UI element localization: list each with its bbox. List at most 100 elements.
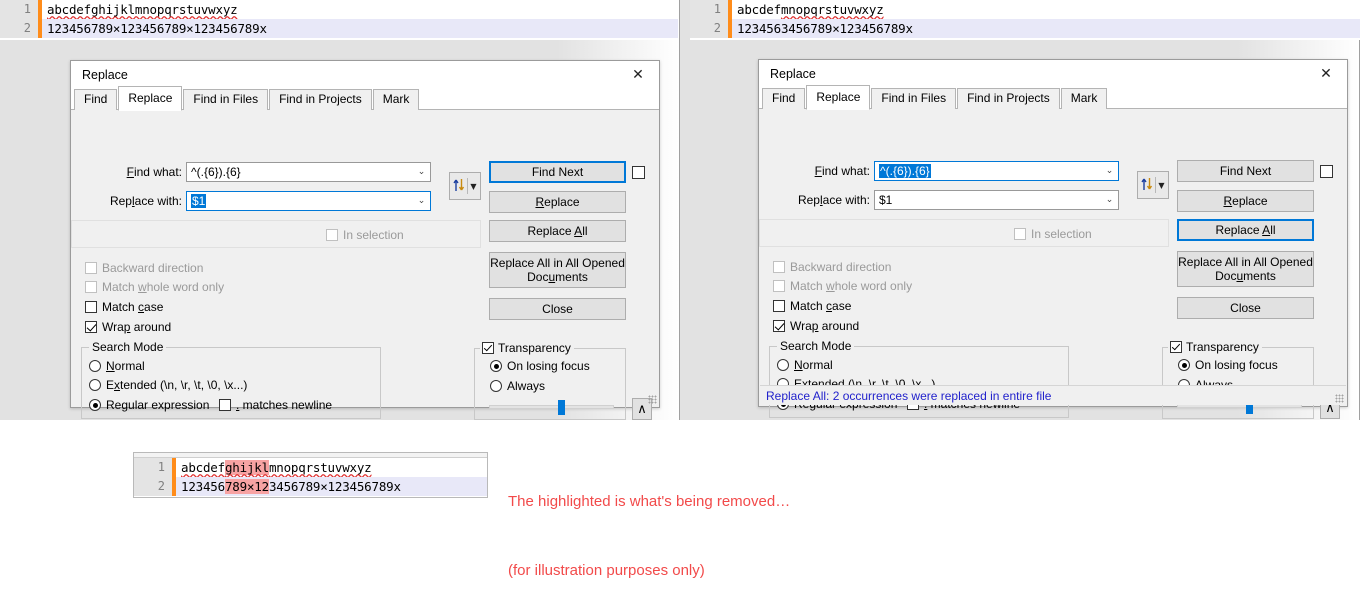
line-text[interactable]: 1234563456789×123456789x [732,19,1360,38]
resize-grip[interactable] [648,395,657,404]
backward-direction-label: Backward direction [102,261,204,275]
line-text[interactable]: abcdefghijklmnopqrstuvwxyz [42,0,678,19]
dot-matches-newline-checkbox[interactable]: . matches newline [219,398,332,412]
radio-dot [490,360,502,372]
replace-with-input[interactable]: $1 ⌄ [186,191,431,211]
checkbox-box [85,262,97,274]
close-icon[interactable]: ✕ [621,62,655,88]
find-what-input[interactable]: ^(.{6}).{6} ⌄ [186,162,431,182]
tab-mark[interactable]: Mark [372,89,420,110]
tab-find-in-projects[interactable]: Find in Projects [269,89,372,110]
swap-arrows-icon [453,178,465,195]
radio-dot [89,399,101,411]
find-next-button[interactable]: Find Next [1177,160,1314,182]
search-mode-legend: Search Mode [777,339,855,353]
swap-fields-button[interactable]: ▼ [1137,171,1169,199]
replace-all-label: Replace All [527,224,588,238]
replace-label: Replace [1223,194,1268,208]
tab-find-in-projects[interactable]: Find in Projects [957,88,1060,109]
chevron-down-icon[interactable]: ⌄ [1101,195,1118,205]
caption-line-1: The highlighted is what's being removed… [508,493,791,510]
search-mode-normal-radio[interactable]: Normal [89,359,145,373]
chevron-down-icon[interactable]: ⌄ [1101,166,1118,176]
match-case-checkbox[interactable]: Match case [773,299,851,313]
replace-all-button[interactable]: Replace All [489,220,626,242]
transparency-legend: Transparency [1186,340,1259,354]
swap-fields-button[interactable]: ▼ [449,172,481,200]
line-number: 2 [690,19,728,38]
search-mode-normal-radio[interactable]: Normal [777,358,833,372]
transparency-always-radio[interactable]: Always [490,379,545,393]
transparency-checkbox[interactable] [482,342,494,354]
spellcheck-text: abcdefghijklmnopqrstuvwxyz [181,460,372,475]
checkbox-check [483,342,493,352]
line-text[interactable]: 123456789×123456789×123456789x [176,477,487,496]
chevron-down-icon[interactable]: ⌄ [413,167,430,177]
chevron-down-icon[interactable]: ▼ [1158,181,1164,190]
find-what-input[interactable]: ^(.{6}).{6} ⌄ [874,161,1119,181]
checkbox-box [219,399,231,411]
transparency-toggle-checkbox[interactable] [1320,165,1338,178]
replace-dialog-before[interactable]: Replace ✕ Find Replace Find in Files Fin… [70,60,660,420]
match-case-label: Match case [102,300,164,314]
checkbox-box [85,281,97,293]
wrap-around-checkbox[interactable]: Wrap around [85,320,171,334]
tab-find[interactable]: Find [74,89,118,110]
search-mode-legend: Search Mode [89,340,167,354]
wrap-around-checkbox[interactable]: Wrap around [773,319,859,333]
line-text[interactable]: abcdefmnopqrstuvwxyz [732,0,1360,19]
transparency-slider[interactable] [489,400,614,415]
tab-replace[interactable]: Replace [806,85,871,110]
chevron-down-icon[interactable]: ⌄ [413,196,430,206]
match-case-checkbox[interactable]: Match case [85,300,163,314]
tab-find[interactable]: Find [762,88,806,109]
replace-button[interactable]: Replace [489,191,626,213]
replace-all-opened-label: Replace All in All Opened Documents [490,256,625,284]
chevron-down-icon[interactable]: ▼ [470,182,476,191]
line-text[interactable]: abcdefghijklmnopqrstuvwxyz [176,458,487,477]
backward-direction-checkbox[interactable]: Backward direction [773,260,891,274]
in-selection-checkbox[interactable]: In selection [326,228,404,242]
replace-all-opened-button[interactable]: Replace All in All Opened Documents [1177,251,1314,287]
tab-replace[interactable]: Replace [118,86,183,111]
slider-thumb[interactable] [558,400,565,415]
transparency-on-losing-focus-radio[interactable]: On losing focus [1178,358,1278,372]
highlighted-match: ghijkl [224,460,269,475]
tab-mark[interactable]: Mark [1060,88,1108,109]
match-whole-word-checkbox[interactable]: Match whole word only [85,280,224,294]
tab-find-in-files[interactable]: Find in Files [871,88,957,109]
checkbox-box [773,300,785,312]
backward-direction-checkbox[interactable]: Backward direction [85,261,203,275]
line-text[interactable]: 123456789×123456789×123456789x [42,19,678,38]
illustration-editor: 1 abcdefghijklmnopqrstuvwxyz 2 123456789… [133,452,488,498]
transparency-checkbox[interactable] [1170,341,1182,353]
transparency-on-losing-focus-radio[interactable]: On losing focus [490,359,590,373]
resize-grip[interactable] [1335,394,1344,403]
close-icon[interactable]: ✕ [1309,61,1343,87]
search-mode-extended-radio[interactable]: Extended (\n, \r, \t, \0, \x...) [89,378,247,392]
close-button[interactable]: Close [1177,297,1314,319]
in-selection-panel [71,220,481,248]
replace-button[interactable]: Replace [1177,190,1314,212]
find-next-button[interactable]: Find Next [489,161,626,183]
in-selection-checkbox[interactable]: In selection [1014,227,1092,241]
replace-all-opened-button[interactable]: Replace All in All Opened Documents [489,252,626,288]
close-label: Close [542,302,573,316]
replace-with-input[interactable]: $1 ⌄ [874,190,1119,210]
match-whole-word-label: Match whole word only [790,279,913,293]
transparency-toggle-checkbox[interactable] [632,166,650,179]
close-button[interactable]: Close [489,298,626,320]
editor-line: 2 1234563456789×123456789x [690,19,1360,38]
replace-dialog-after[interactable]: Replace ✕ Find Replace Find in Files Fin… [758,59,1348,419]
transparency-legend-wrap: Transparency [1168,340,1262,354]
match-whole-word-checkbox[interactable]: Match whole word only [773,279,912,293]
replace-all-button[interactable]: Replace All [1177,219,1314,241]
search-mode-regex-radio[interactable]: Regular expression [89,398,209,412]
editor-line: 1 abcdefghijklmnopqrstuvwxyz [134,458,487,477]
text-before-match: 123456 [181,479,225,494]
dialog-body: Find what: Replace with: ^(.{6}).{6} ⌄ $… [759,109,1347,419]
tab-find-in-files[interactable]: Find in Files [183,89,269,110]
highlighted-match: 789×12 [224,479,269,494]
text-after-match: 3456789×123456789x [268,479,401,494]
replace-with-value: $1 [879,193,893,207]
